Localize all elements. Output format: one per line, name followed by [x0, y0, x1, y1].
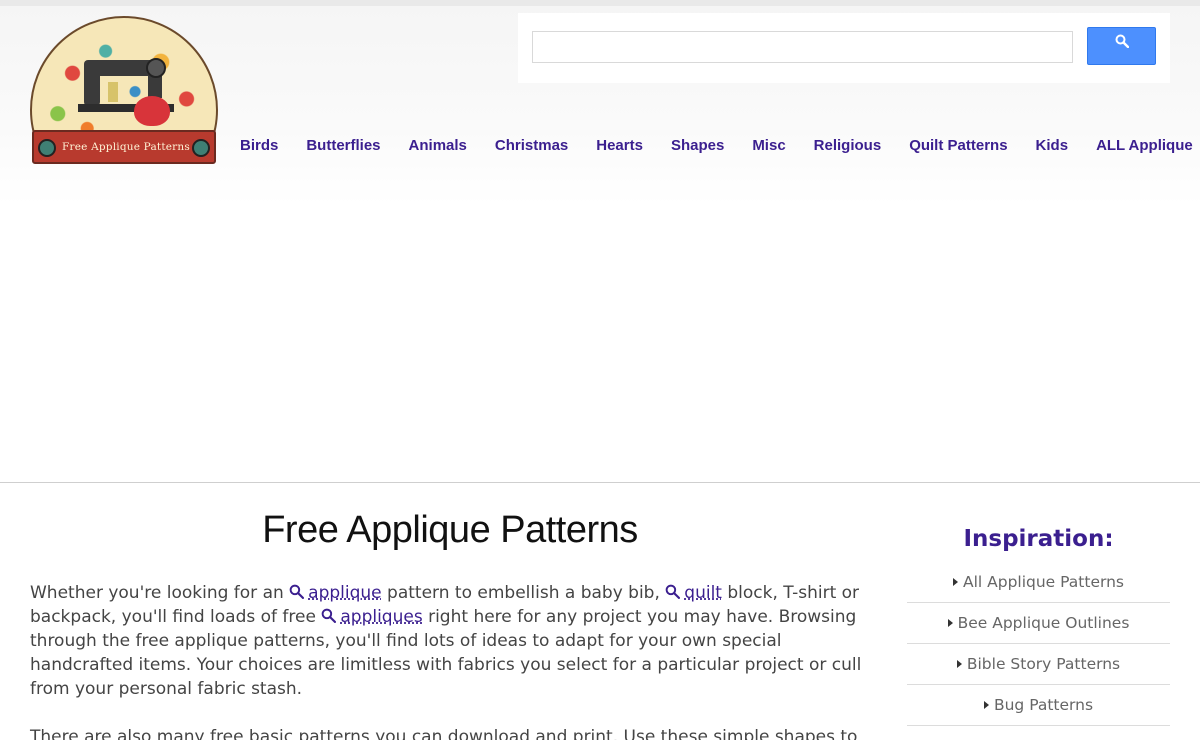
nav-all-applique[interactable]: ALL Applique — [1082, 134, 1200, 158]
sidebar-item-label: Bee Applique Outlines — [958, 614, 1130, 632]
logo-banner-text: Free Applique Patterns — [58, 141, 194, 153]
search-button[interactable] — [1087, 27, 1156, 65]
nav-religious[interactable]: Religious — [800, 134, 896, 158]
search-input[interactable] — [532, 31, 1073, 63]
intro-text: Whether you're looking for an — [30, 583, 289, 603]
triangle-right-icon — [957, 660, 962, 668]
search-icon — [1115, 34, 1129, 48]
keyword-link-applique[interactable]: applique — [289, 583, 381, 603]
main-nav: Birds Butterflies Animals Christmas Hear… — [226, 134, 1200, 158]
keyword-label: applique — [308, 583, 381, 603]
keyword-label: quilt — [684, 583, 722, 603]
sidebar-item-bible-story-patterns[interactable]: Bible Story Patterns — [907, 644, 1170, 685]
main-content: Free Applique Patterns Whether you're lo… — [30, 500, 880, 740]
keyword-label: appliques — [340, 607, 422, 627]
strawberry-icon — [134, 96, 170, 126]
sidebar-item-bug-patterns[interactable]: Bug Patterns — [907, 685, 1170, 726]
nav-misc[interactable]: Misc — [738, 134, 799, 158]
nav-birds[interactable]: Birds — [226, 134, 292, 158]
page-title: Free Applique Patterns — [30, 509, 870, 552]
sidebar-item-label: All Applique Patterns — [963, 573, 1124, 591]
nav-animals[interactable]: Animals — [395, 134, 481, 158]
keyword-link-appliques[interactable]: appliques — [321, 607, 422, 627]
nav-christmas[interactable]: Christmas — [481, 134, 582, 158]
nav-shapes[interactable]: Shapes — [657, 134, 738, 158]
site-search — [518, 13, 1170, 83]
sidebar-item-bee-applique-outlines[interactable]: Bee Applique Outlines — [907, 603, 1170, 644]
second-paragraph: There are also many free basic patterns … — [30, 725, 880, 740]
keyword-link-quilt[interactable]: quilt — [665, 583, 722, 603]
sidebar-title: Inspiration: — [907, 520, 1170, 562]
nav-quilt-patterns[interactable]: Quilt Patterns — [895, 134, 1021, 158]
header-divider — [0, 482, 1200, 483]
sidebar-item-label: Bug Patterns — [994, 696, 1093, 714]
triangle-right-icon — [953, 578, 958, 586]
triangle-right-icon — [948, 619, 953, 627]
magnifier-icon — [289, 584, 304, 599]
nav-butterflies[interactable]: Butterflies — [292, 134, 394, 158]
sidebar-item-all-applique-patterns[interactable]: All Applique Patterns — [907, 562, 1170, 603]
intro-text: pattern to embellish a baby bib, — [382, 583, 666, 603]
nav-hearts[interactable]: Hearts — [582, 134, 657, 158]
nav-kids[interactable]: Kids — [1022, 134, 1083, 158]
intro-paragraph: Whether you're looking for an applique p… — [30, 581, 880, 701]
magnifier-icon — [321, 608, 336, 623]
sidebar-list: All Applique Patterns Bee Applique Outli… — [907, 562, 1170, 726]
logo-banner: Free Applique Patterns — [32, 130, 216, 164]
sidebar-item-label: Bible Story Patterns — [967, 655, 1120, 673]
magnifier-icon — [665, 584, 680, 599]
site-logo[interactable]: Free Applique Patterns — [30, 16, 218, 164]
triangle-right-icon — [984, 701, 989, 709]
button-badge-icon — [38, 139, 56, 157]
button-badge-icon — [192, 139, 210, 157]
inspiration-sidebar: Inspiration: All Applique Patterns Bee A… — [907, 520, 1170, 726]
